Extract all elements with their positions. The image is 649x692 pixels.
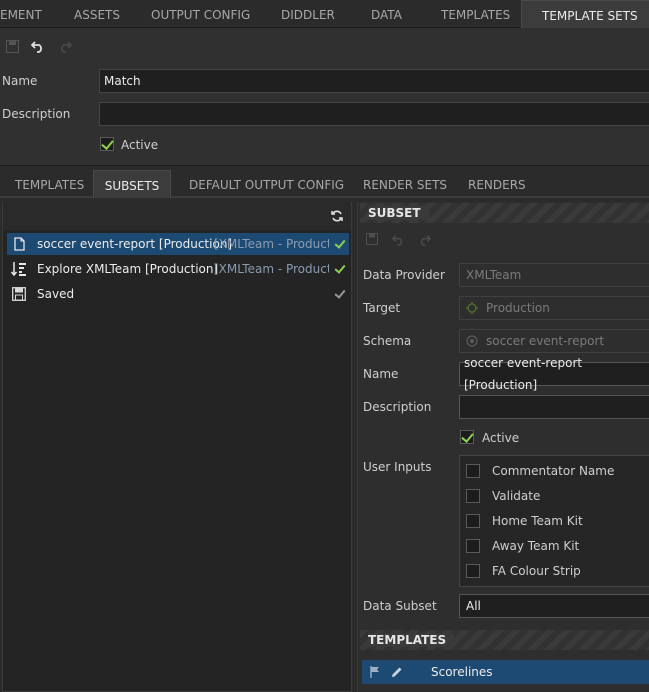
user-input-label: Home Team Kit [492, 514, 583, 528]
target-field: Production [459, 296, 649, 320]
user-input-label: Away Team Kit [492, 539, 580, 553]
user-input-checkbox[interactable] [466, 564, 480, 578]
subset-source: [XMLTeam - Product [214, 237, 329, 251]
user-input-checkbox[interactable] [466, 539, 480, 553]
save-icon [7, 287, 31, 301]
main-toolbar [0, 28, 649, 62]
subtab-render-sets[interactable]: RENDER SETS [363, 170, 447, 198]
flag-icon[interactable] [370, 666, 380, 678]
data-provider-field: XMLTeam [459, 263, 649, 287]
redo-icon[interactable] [58, 39, 72, 53]
subtab-templates[interactable]: TEMPLATES [15, 170, 84, 198]
user-input-label: Validate [492, 489, 541, 503]
undo-icon[interactable] [31, 39, 45, 53]
data-provider-label: Data Provider [363, 268, 445, 282]
description-label: Description [2, 107, 71, 121]
schema-icon [466, 335, 478, 347]
subtab-default-output-config[interactable]: DEFAULT OUTPUT CONFIG [189, 170, 344, 198]
data-provider-value: XMLTeam [466, 268, 522, 282]
list-item[interactable]: soccer event-report [Production] [XMLTea… [7, 233, 349, 255]
refresh-icon[interactable] [331, 210, 343, 225]
user-input-checkbox[interactable] [466, 464, 480, 478]
sub-tab-bar: TEMPLATES SUBSETS DEFAULT OUTPUT CONFIG … [0, 170, 649, 198]
active-label: Active [121, 138, 159, 152]
subtab-subsets[interactable]: SUBSETS [93, 170, 171, 198]
user-input-label: Commentator Name [492, 464, 615, 478]
tab-data[interactable]: DATA [371, 0, 402, 28]
tab-output-config[interactable]: OUTPUT CONFIG [151, 0, 250, 28]
user-input-label: FA Colour Strip [492, 564, 581, 578]
active-checkbox[interactable] [100, 137, 114, 151]
name-label: Name [2, 74, 38, 88]
tab-template-sets[interactable]: TEMPLATE SETS [521, 0, 649, 29]
check-icon [334, 288, 346, 300]
schema-label: Schema [363, 334, 412, 348]
tab-templates[interactable]: TEMPLATES [441, 0, 510, 28]
subsets-list-header [3, 202, 351, 230]
schema-value: soccer event-report [486, 334, 605, 348]
schema-field: soccer event-report [459, 329, 649, 353]
data-subset-label: Data Subset [363, 599, 437, 613]
subset-header-text: SUBSET [368, 206, 429, 220]
subset-active-checkbox[interactable] [460, 430, 474, 444]
subset-description-field[interactable] [459, 395, 649, 419]
subset-title: Saved [37, 287, 75, 301]
template-set-form: Name Match Description Active [0, 62, 649, 166]
user-input-item[interactable]: Commentator Name [466, 464, 614, 478]
save-icon[interactable] [366, 233, 378, 248]
top-tab-bar: EMENT ASSETS OUTPUT CONFIG DIDDLER DATA … [0, 0, 649, 29]
target-icon [466, 302, 478, 314]
subtab-renders[interactable]: RENDERS [468, 170, 526, 198]
user-inputs-list: Commentator Name Validate Home Team Kit … [459, 455, 649, 587]
subsets-list-panel: soccer event-report [Production] [XMLTea… [2, 202, 352, 692]
name-field[interactable]: Match [99, 69, 649, 93]
data-subset-select[interactable]: All [459, 594, 649, 618]
redo-icon[interactable] [418, 233, 432, 249]
subset-name-field[interactable]: soccer event-report [Production] [459, 356, 649, 392]
tab-element[interactable]: EMENT [0, 0, 42, 28]
tab-assets[interactable]: ASSETS [74, 0, 120, 28]
list-item[interactable]: Saved [7, 283, 349, 305]
check-icon [334, 263, 346, 275]
document-icon [7, 237, 31, 251]
edit-pencil-icon[interactable] [391, 666, 403, 678]
subset-active-label: Active [482, 431, 520, 445]
subset-source: [XMLTeam - Productio [214, 262, 329, 276]
target-value: Production [486, 301, 550, 315]
template-name: Scorelines [431, 665, 493, 679]
subset-description-label: Description [363, 400, 432, 414]
target-label: Target [363, 301, 401, 315]
user-input-item[interactable]: FA Colour Strip [466, 564, 581, 578]
table-row[interactable]: Scorelines [362, 660, 649, 684]
user-input-checkbox[interactable] [466, 514, 480, 528]
user-input-item[interactable]: Validate [466, 489, 540, 503]
check-icon [334, 238, 346, 250]
sort-descending-icon [7, 261, 31, 277]
user-inputs-label: User Inputs [363, 460, 432, 474]
templates-header: TEMPLATES [360, 630, 649, 650]
subset-title: Explore XMLTeam [Production] [37, 262, 219, 276]
tab-diddler[interactable]: DIDDLER [281, 0, 335, 28]
subset-detail-panel: SUBSET Data Provider XMLTeam Target Prod… [357, 202, 649, 692]
templates-header-text: TEMPLATES [368, 633, 455, 647]
user-input-item[interactable]: Home Team Kit [466, 514, 583, 528]
list-item[interactable]: Explore XMLTeam [Production] [XMLTeam - … [7, 258, 349, 280]
description-field[interactable] [99, 102, 649, 126]
subset-header: SUBSET [360, 203, 649, 223]
user-input-checkbox[interactable] [466, 489, 480, 503]
subset-title: soccer event-report [Production] [37, 237, 233, 251]
save-icon[interactable] [5, 39, 19, 53]
undo-icon[interactable] [391, 233, 405, 249]
subset-name-label: Name [363, 367, 399, 381]
user-input-item[interactable]: Away Team Kit [466, 539, 579, 553]
